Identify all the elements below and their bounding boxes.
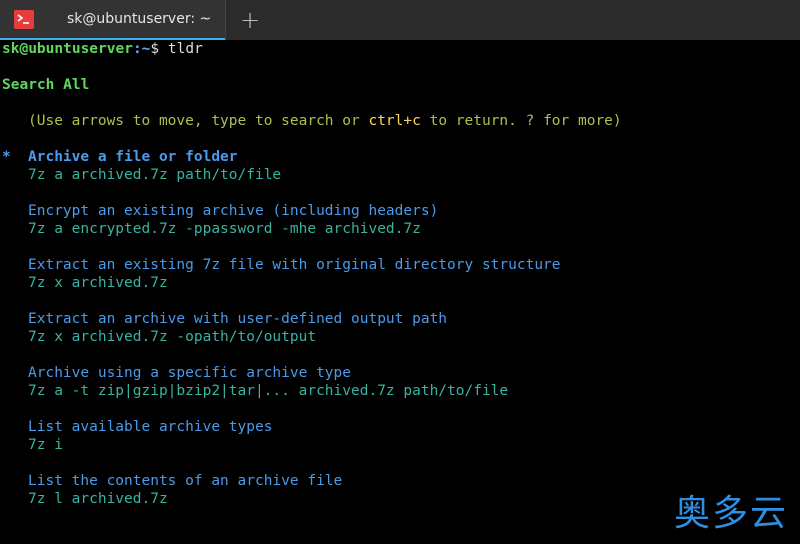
selected-marker: *: [2, 149, 11, 165]
list-item-description[interactable]: Archive using a specific archive type: [28, 364, 351, 382]
list-item-command: 7z i: [28, 437, 63, 453]
menu-hint: (Use arrows to move, type to search or c…: [28, 113, 622, 129]
list-item-description[interactable]: Encrypt an existing archive (including h…: [28, 202, 438, 220]
list-item-description[interactable]: Extract an existing 7z file with origina…: [28, 256, 561, 274]
menu-heading: Search All: [2, 77, 90, 93]
list-item-command: 7z a encrypted.7z -ppassword -mhe archiv…: [28, 221, 421, 237]
tab-title: sk@ubuntuserver: ~: [67, 11, 212, 27]
terminal-icon: [14, 10, 34, 29]
list-item-description[interactable]: List available archive types: [28, 418, 272, 436]
terminal-area[interactable]: sk@ubuntuserver:~$ tldr Search All (Use …: [0, 40, 800, 544]
list-item-description[interactable]: List the contents of an archive file: [28, 472, 342, 490]
list-item-description[interactable]: Archive a file or folder: [28, 148, 238, 166]
hint-key: ctrl+c: [368, 113, 421, 129]
plus-icon: +: [239, 6, 261, 34]
list-item-command: 7z l archived.7z: [28, 491, 168, 507]
prompt-command: tldr: [159, 41, 203, 57]
list-item-command: 7z x archived.7z -opath/to/output: [28, 329, 317, 345]
list-item-command: 7z a -t zip|gzip|bzip2|tar|... archived.…: [28, 383, 509, 399]
watermark-logo: 奥多云: [673, 493, 788, 534]
list-item-command: 7z a archived.7z path/to/file: [28, 167, 282, 183]
new-tab-button[interactable]: +: [226, 0, 274, 40]
prompt-user: sk@ubuntuserver: [2, 41, 133, 57]
list-item-description[interactable]: Extract an archive with user-defined out…: [28, 310, 447, 328]
prompt-path: :~: [132, 41, 151, 57]
tab-bar: sk@ubuntuserver: ~ +: [0, 0, 800, 40]
tab-terminal[interactable]: sk@ubuntuserver: ~: [0, 0, 225, 40]
list-item-command: 7z x archived.7z: [28, 275, 168, 291]
prompt-line: sk@ubuntuserver:~$ tldr: [2, 40, 203, 58]
prompt-dollar: $: [150, 41, 160, 57]
